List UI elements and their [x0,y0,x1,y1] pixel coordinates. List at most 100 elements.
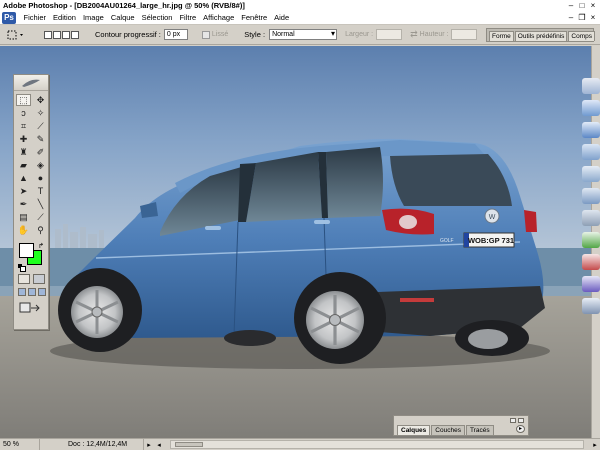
status-menu-icon[interactable]: ▸ [144,441,154,449]
foreground-color-swatch[interactable] [19,243,34,258]
height-label: Hauteur : [419,31,449,38]
paint-bucket-tool-icon[interactable]: ◈ [33,159,48,171]
color-icon[interactable] [582,122,600,138]
brush-tool-icon[interactable]: ✎ [33,133,48,145]
notes-tool-icon[interactable]: ▤ [16,211,31,223]
horizontal-scrollbar[interactable] [170,440,584,449]
menu-image[interactable]: Image [79,13,107,22]
tool-presets-icon[interactable] [582,232,600,248]
minimize-icon[interactable]: – [566,1,576,10]
type-tool-icon[interactable]: T [33,185,48,197]
scroll-left-icon[interactable]: ◂ [154,441,164,449]
close-icon[interactable]: × [588,1,598,10]
zoom-level[interactable]: 50 % [0,439,40,450]
menu-filtre[interactable]: Filtre [176,13,200,22]
jump-to-imageready-icon[interactable] [18,301,42,313]
layers-close-icon[interactable] [518,417,524,423]
layers-minimize-icon[interactable] [510,417,516,423]
navigator-icon[interactable] [582,78,600,94]
style-select[interactable]: Normal [269,29,338,40]
menu-fenetre[interactable]: Fenêtre [238,13,271,22]
healing-brush-tool-icon[interactable]: ✚ [16,133,31,145]
standard-screen-icon[interactable] [18,288,26,296]
full-screen-icon[interactable] [38,288,46,296]
magic-wand-tool-icon[interactable]: ✧ [33,107,48,119]
width-label: Largeur : [345,31,374,38]
dodge-tool-icon[interactable]: ● [33,172,48,184]
doc-restore-icon[interactable]: ❐ [577,13,587,22]
menu-fichier[interactable]: Fichier [20,13,50,22]
new-selection-icon[interactable] [44,30,52,39]
brushes-icon[interactable] [582,298,600,314]
actions-icon[interactable] [582,210,600,226]
svg-text:W: W [489,214,496,221]
menu-calque[interactable]: Calque [107,13,138,22]
character-icon[interactable] [582,254,600,270]
swap-colors-icon[interactable]: ↱ [38,242,44,250]
screen-modes [14,284,48,296]
marquee-tool-icon[interactable]: ⬚ [16,94,31,106]
antialias-checkbox[interactable] [201,30,210,39]
selection-mode-group [44,30,79,39]
eyedropper-tool-icon[interactable]: ⟋ [33,211,48,223]
license-plate: WOB:GP 731 [468,236,514,245]
well-tab-outils[interactable]: Outils prédéfinis [514,31,568,41]
pen-tool-icon[interactable]: ✒ [16,198,31,210]
golf-badge: GOLF [440,238,454,244]
history-brush-tool-icon[interactable]: ✐ [33,146,48,158]
menu-selection[interactable]: Sélection [138,13,176,22]
well-tab-comps[interactable]: Comps [568,31,595,41]
menu-edition[interactable]: Edition [50,13,80,22]
styles-icon[interactable] [582,166,600,182]
tool-grid: ⬚ ✥ ↄ ✧ ⌗ ⟋ ✚ ✎ ♜ ✐ ▰ ◈ ▲ ● ➤ T ✒ ╲ ▤ ⟋ [14,91,48,236]
quick-mask-mode-icon[interactable] [33,274,45,284]
workspace: W GOLF WOB:GP 731 ⬚ ✥ ↄ ✧ ⌗ ⟋ ✚ ✎ ♜ ✐ ▰ … [0,46,600,438]
line-tool-icon[interactable]: ╲ [33,198,48,210]
tab-traces[interactable]: Tracés [465,425,494,435]
history-icon[interactable] [582,188,600,204]
tab-couches[interactable]: Couches [431,425,465,435]
default-colors-icon[interactable] [18,264,26,272]
swap-dimensions-icon[interactable]: ⇄ [410,29,418,40]
menu-aide[interactable]: Aide [271,13,293,22]
lasso-tool-icon[interactable]: ↄ [16,107,31,119]
tab-calques[interactable]: Calques [397,425,431,435]
hand-tool-icon[interactable]: ✋ [16,224,31,236]
intersect-selection-icon[interactable] [71,30,79,39]
scroll-right-icon[interactable]: ▸ [590,441,600,449]
layers-panel: Calques Couches Tracés ▸ [393,415,529,436]
width-input[interactable] [376,29,403,40]
swatches-icon[interactable] [582,144,600,160]
path-selection-tool-icon[interactable]: ➤ [16,185,31,197]
paragraph-icon[interactable] [582,276,600,292]
car-photo: W GOLF WOB:GP 731 [0,46,591,438]
info-icon[interactable] [582,100,600,116]
dock-icon-stack [582,78,600,314]
clone-stamp-tool-icon[interactable]: ♜ [16,146,31,158]
blur-tool-icon[interactable]: ▲ [16,172,31,184]
height-input[interactable] [451,29,478,40]
crop-tool-icon[interactable]: ⌗ [16,120,31,132]
subtract-selection-icon[interactable] [62,30,70,39]
document-canvas[interactable]: W GOLF WOB:GP 731 [0,46,591,438]
panel-menu-icon[interactable]: ▸ [516,425,525,433]
scrollbar-thumb[interactable] [175,442,203,447]
toolbox: ⬚ ✥ ↄ ✧ ⌗ ⟋ ✚ ✎ ♜ ✐ ▰ ◈ ▲ ● ➤ T ✒ ╲ ▤ ⟋ [13,74,49,330]
doc-close-icon[interactable]: × [588,13,598,22]
photoshop-logo-icon[interactable]: Ps [2,11,16,24]
maximize-icon[interactable]: □ [577,1,587,10]
eraser-tool-icon[interactable]: ▰ [16,159,31,171]
add-selection-icon[interactable] [53,30,61,39]
slice-tool-icon[interactable]: ⟋ [33,120,48,132]
zoom-tool-icon[interactable]: ⚲ [33,224,48,236]
doc-minimize-icon[interactable]: – [566,13,576,22]
standard-mode-icon[interactable] [18,274,30,284]
full-screen-menu-icon[interactable] [28,288,36,296]
toolbox-header[interactable] [14,75,48,91]
window-title: Adobe Photoshop - [DB2004AU01264_large_h… [3,1,245,10]
tool-preset-picker[interactable] [6,27,28,43]
menu-affichage[interactable]: Affichage [200,13,238,22]
move-tool-icon[interactable]: ✥ [33,94,48,106]
well-tab-forme[interactable]: Forme [489,31,514,41]
feather-input[interactable]: 0 px [163,29,188,40]
